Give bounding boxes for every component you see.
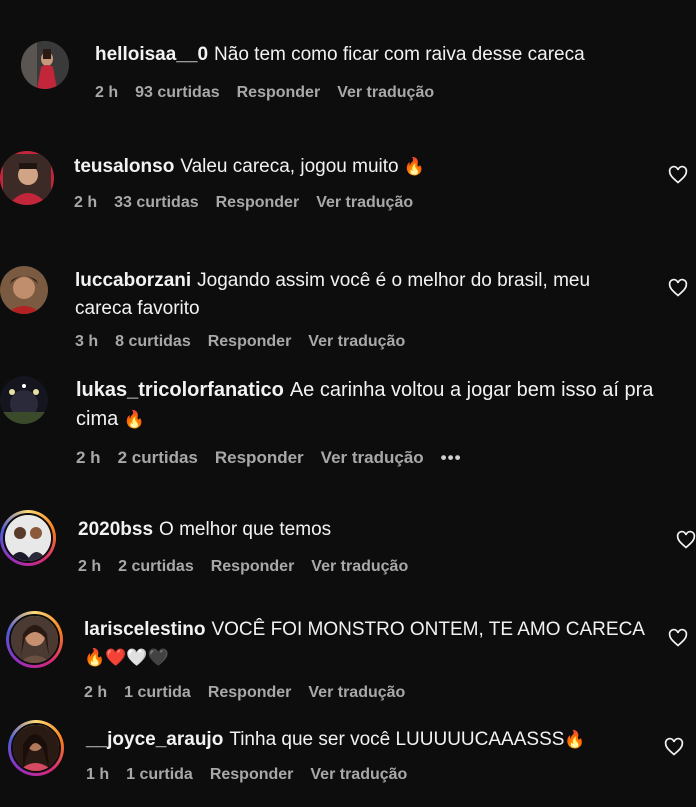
reply-button[interactable]: Responder bbox=[216, 194, 300, 212]
comment-username[interactable]: __joyce_araujo bbox=[86, 729, 223, 750]
heart-outline-icon[interactable] bbox=[668, 628, 688, 648]
avatar[interactable] bbox=[21, 41, 69, 89]
avatar[interactable] bbox=[0, 266, 48, 314]
emoji-group: 🔥❤️🤍🖤 bbox=[84, 648, 169, 667]
translate-button[interactable]: Ver tradução bbox=[308, 333, 405, 351]
reply-button[interactable]: Responder bbox=[210, 766, 294, 784]
comment-time: 2 h bbox=[78, 558, 102, 575]
translate-button[interactable]: Ver tradução bbox=[310, 766, 407, 784]
translate-button[interactable]: Ver tradução bbox=[321, 448, 424, 468]
reply-button[interactable]: Responder bbox=[208, 333, 292, 351]
fire-emoji: 🔥 bbox=[564, 730, 586, 749]
comment-meta: 2 h 2 curtidas Responder Ver tradução bbox=[78, 558, 408, 576]
comment-meta: 2 h 93 curtidas Responder Ver tradução bbox=[95, 84, 434, 102]
comment-meta: 2 h 2 curtidas Responder Ver tradução ••… bbox=[76, 448, 462, 468]
likes-count[interactable]: 33 curtidas bbox=[114, 194, 198, 212]
comment-body: Valeu careca, jogou muito bbox=[180, 156, 399, 177]
comment-time: 2 h bbox=[84, 684, 108, 701]
heart-outline-icon[interactable] bbox=[676, 530, 696, 550]
comment-text: helloisaa__0 Não tem como ficar com raiva… bbox=[95, 41, 655, 69]
likes-count[interactable]: 2 curtidas bbox=[118, 558, 194, 576]
comment-meta: 2 h 33 curtidas Responder Ver tradução bbox=[74, 194, 413, 212]
translate-button[interactable]: Ver tradução bbox=[311, 558, 408, 576]
comment-username[interactable]: 2020bss bbox=[78, 519, 153, 540]
likes-count[interactable]: 8 curtidas bbox=[115, 333, 191, 351]
likes-count[interactable]: 2 curtidas bbox=[118, 448, 198, 468]
comment-time: 3 h bbox=[75, 333, 99, 350]
comment-time: 1 h bbox=[86, 766, 110, 783]
avatar[interactable] bbox=[0, 376, 48, 424]
comment-time: 2 h bbox=[95, 84, 119, 101]
comment-username[interactable]: lukas_tricolorfanatico bbox=[76, 379, 284, 401]
comment-text: __joyce_araujo Tinha que ser você LUUUUUC… bbox=[86, 726, 656, 754]
comment-body: Tinha que ser você LUUUUUCAAASSS bbox=[229, 729, 565, 750]
avatar[interactable] bbox=[0, 151, 54, 205]
reply-button[interactable]: Responder bbox=[211, 558, 295, 576]
comment-username[interactable]: lariscelestino bbox=[84, 619, 205, 640]
comment-time: 2 h bbox=[74, 194, 98, 211]
avatar[interactable] bbox=[8, 720, 64, 776]
comment-meta: 2 h 1 curtida Responder Ver tradução bbox=[84, 684, 405, 702]
comment-body: VOCÊ FOI MONSTRO ONTEM, TE AMO CARECA bbox=[211, 619, 645, 640]
heart-outline-icon[interactable] bbox=[668, 278, 688, 298]
comment-username[interactable]: helloisaa__0 bbox=[95, 44, 208, 65]
comment-username[interactable]: teusalonso bbox=[74, 156, 174, 177]
comment-text: teusalonso Valeu careca, jogou muito 🔥 bbox=[74, 153, 634, 181]
avatar[interactable] bbox=[0, 510, 56, 566]
comment-body: O melhor que temos bbox=[159, 519, 332, 540]
comment-username[interactable]: luccaborzani bbox=[75, 270, 191, 291]
translate-button[interactable]: Ver tradução bbox=[308, 684, 405, 702]
heart-outline-icon[interactable] bbox=[664, 737, 684, 757]
comment-text: luccaborzani Jogando assim você é o melho… bbox=[75, 267, 640, 323]
comment-text: lariscelestino VOCÊ FOI MONSTRO ONTEM, TE… bbox=[84, 616, 654, 672]
likes-count[interactable]: 1 curtida bbox=[126, 766, 193, 784]
heart-outline-icon[interactable] bbox=[668, 165, 688, 185]
likes-count[interactable]: 1 curtida bbox=[124, 684, 191, 702]
likes-count[interactable]: 93 curtidas bbox=[135, 84, 219, 102]
comment-meta: 3 h 8 curtidas Responder Ver tradução bbox=[75, 333, 405, 351]
more-dots-icon[interactable]: ••• bbox=[441, 448, 462, 468]
fire-emoji: 🔥 bbox=[403, 157, 426, 176]
avatar[interactable] bbox=[6, 611, 63, 668]
translate-button[interactable]: Ver tradução bbox=[337, 84, 434, 102]
comment-text: 2020bss O melhor que temos bbox=[78, 516, 638, 544]
fire-emoji: 🔥 bbox=[123, 410, 145, 429]
translate-button[interactable]: Ver tradução bbox=[316, 194, 413, 212]
comment-time: 2 h bbox=[76, 448, 101, 467]
comment-body: Não tem como ficar com raiva desse carec… bbox=[214, 44, 585, 65]
reply-button[interactable]: Responder bbox=[237, 84, 321, 102]
comment-meta: 1 h 1 curtida Responder Ver tradução bbox=[86, 766, 407, 784]
comment-text: lukas_tricolorfanatico Ae carinha voltou … bbox=[76, 376, 656, 434]
reply-button[interactable]: Responder bbox=[208, 684, 292, 702]
reply-button[interactable]: Responder bbox=[215, 448, 304, 468]
